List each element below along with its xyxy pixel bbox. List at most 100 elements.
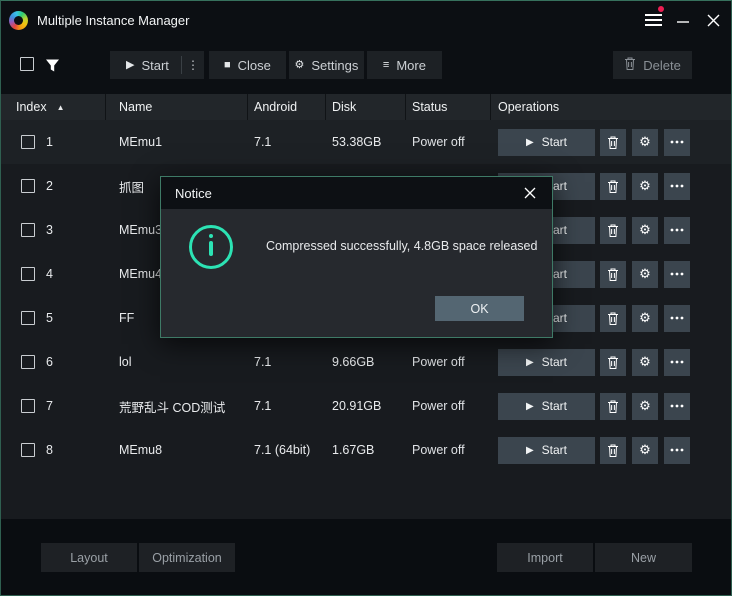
row-more-button[interactable]	[664, 437, 690, 464]
more-button[interactable]: ≡ More	[367, 51, 442, 79]
start-button-label: Start	[141, 58, 168, 73]
stop-icon: ■	[224, 60, 231, 71]
row-checkbox[interactable]	[21, 399, 35, 413]
row-index: 6	[46, 355, 53, 369]
row-delete-button[interactable]	[600, 349, 626, 376]
row-checkbox[interactable]	[21, 223, 35, 237]
ellipsis-icon	[670, 448, 684, 452]
select-all-checkbox[interactable]	[20, 57, 34, 71]
filter-icon[interactable]	[45, 58, 60, 78]
row-more-button[interactable]	[664, 173, 690, 200]
row-settings-button[interactable]: ⚙	[632, 393, 658, 420]
close-window-button[interactable]	[698, 0, 728, 40]
hamburger-icon	[645, 11, 662, 29]
row-delete-button[interactable]	[600, 305, 626, 332]
row-disk: 53.38GB	[326, 135, 406, 149]
row-settings-button[interactable]: ⚙	[632, 261, 658, 288]
settings-button[interactable]: ⚙ Settings	[289, 51, 364, 79]
import-button[interactable]: Import	[497, 543, 593, 572]
ok-button[interactable]: OK	[435, 296, 524, 321]
row-name: MEmu1	[106, 135, 248, 149]
row-settings-button[interactable]: ⚙	[632, 129, 658, 156]
row-start-label: Start	[542, 399, 567, 413]
gear-icon: ⚙	[639, 178, 651, 194]
sort-ascending-icon: ▲	[57, 103, 65, 112]
row-more-button[interactable]	[664, 349, 690, 376]
row-delete-button[interactable]	[600, 173, 626, 200]
app-logo-icon	[9, 11, 28, 30]
row-checkbox[interactable]	[21, 443, 35, 457]
delete-button[interactable]: Delete	[613, 51, 692, 79]
menu-button[interactable]	[638, 0, 668, 40]
row-more-button[interactable]	[664, 393, 690, 420]
start-button[interactable]: ▶ Start	[110, 51, 181, 79]
row-delete-button[interactable]	[600, 129, 626, 156]
row-settings-button[interactable]: ⚙	[632, 349, 658, 376]
trash-icon	[607, 136, 619, 149]
column-header-status[interactable]: Status	[405, 94, 490, 120]
row-settings-button[interactable]: ⚙	[632, 437, 658, 464]
table-row[interactable]: 6 lol 7.1 9.66GB Power off ▶ Start ⚙	[1, 340, 731, 384]
row-delete-button[interactable]	[600, 261, 626, 288]
row-delete-button[interactable]	[600, 393, 626, 420]
dialog-titlebar: Notice	[161, 177, 552, 209]
close-instances-button[interactable]: ■ Close	[209, 51, 286, 79]
row-delete-button[interactable]	[600, 437, 626, 464]
start-options-button[interactable]: ⋮	[182, 51, 204, 79]
column-header-android[interactable]: Android	[247, 94, 325, 120]
ellipsis-icon	[670, 272, 684, 276]
table-row[interactable]: 1 MEmu1 7.1 53.38GB Power off ▶ Start ⚙	[1, 120, 731, 164]
row-start-button[interactable]: ▶ Start	[498, 393, 595, 420]
settings-button-label: Settings	[311, 58, 358, 73]
notification-dot	[658, 6, 664, 12]
minimize-button[interactable]	[668, 0, 698, 40]
dialog-message: Compressed successfully, 4.8GB space rel…	[266, 239, 537, 253]
play-icon: ▶	[526, 445, 534, 456]
ellipsis-icon	[670, 360, 684, 364]
start-button-group: ▶ Start ⋮	[110, 51, 204, 79]
gear-icon: ⚙	[639, 134, 651, 150]
row-start-button[interactable]: ▶ Start	[498, 437, 595, 464]
row-checkbox[interactable]	[21, 135, 35, 149]
layout-button[interactable]: Layout	[41, 543, 137, 572]
row-settings-button[interactable]: ⚙	[632, 305, 658, 332]
trash-icon	[607, 224, 619, 237]
minimize-icon	[677, 14, 689, 26]
close-icon	[707, 14, 720, 27]
play-icon: ▶	[526, 401, 534, 412]
row-more-button[interactable]	[664, 261, 690, 288]
optimization-button[interactable]: Optimization	[139, 543, 235, 572]
ellipsis-icon	[670, 316, 684, 320]
table-row[interactable]: 7 荒野乱斗 COD测试 7.1 20.91GB Power off ▶ Sta…	[1, 384, 731, 428]
row-settings-button[interactable]: ⚙	[632, 217, 658, 244]
row-checkbox[interactable]	[21, 311, 35, 325]
row-more-button[interactable]	[664, 217, 690, 244]
new-button[interactable]: New	[595, 543, 692, 572]
row-more-button[interactable]	[664, 305, 690, 332]
row-android: 7.1	[248, 135, 326, 149]
play-icon: ▶	[526, 137, 534, 148]
column-header-name[interactable]: Name	[105, 94, 247, 120]
table-row[interactable]: 8 MEmu8 7.1 (64bit) 1.67GB Power off ▶ S…	[1, 428, 731, 472]
ellipsis-icon	[670, 404, 684, 408]
titlebar: Multiple Instance Manager	[0, 0, 732, 40]
info-icon	[189, 225, 233, 269]
notice-dialog: Notice Compressed successfully, 4.8GB sp…	[160, 176, 553, 338]
column-header-index[interactable]: Index▲	[16, 94, 105, 120]
row-settings-button[interactable]: ⚙	[632, 173, 658, 200]
row-name: lol	[106, 355, 248, 369]
row-more-button[interactable]	[664, 129, 690, 156]
dialog-close-button[interactable]	[521, 184, 539, 202]
gear-icon: ⚙	[639, 222, 651, 238]
row-start-button[interactable]: ▶ Start	[498, 129, 595, 156]
list-icon: ≡	[383, 60, 389, 71]
row-checkbox[interactable]	[21, 355, 35, 369]
trash-icon	[607, 268, 619, 281]
row-delete-button[interactable]	[600, 217, 626, 244]
column-header-disk[interactable]: Disk	[325, 94, 405, 120]
row-checkbox[interactable]	[21, 267, 35, 281]
row-checkbox[interactable]	[21, 179, 35, 193]
row-start-button[interactable]: ▶ Start	[498, 349, 595, 376]
column-header-operations: Operations	[490, 94, 732, 120]
trash-icon	[607, 400, 619, 413]
